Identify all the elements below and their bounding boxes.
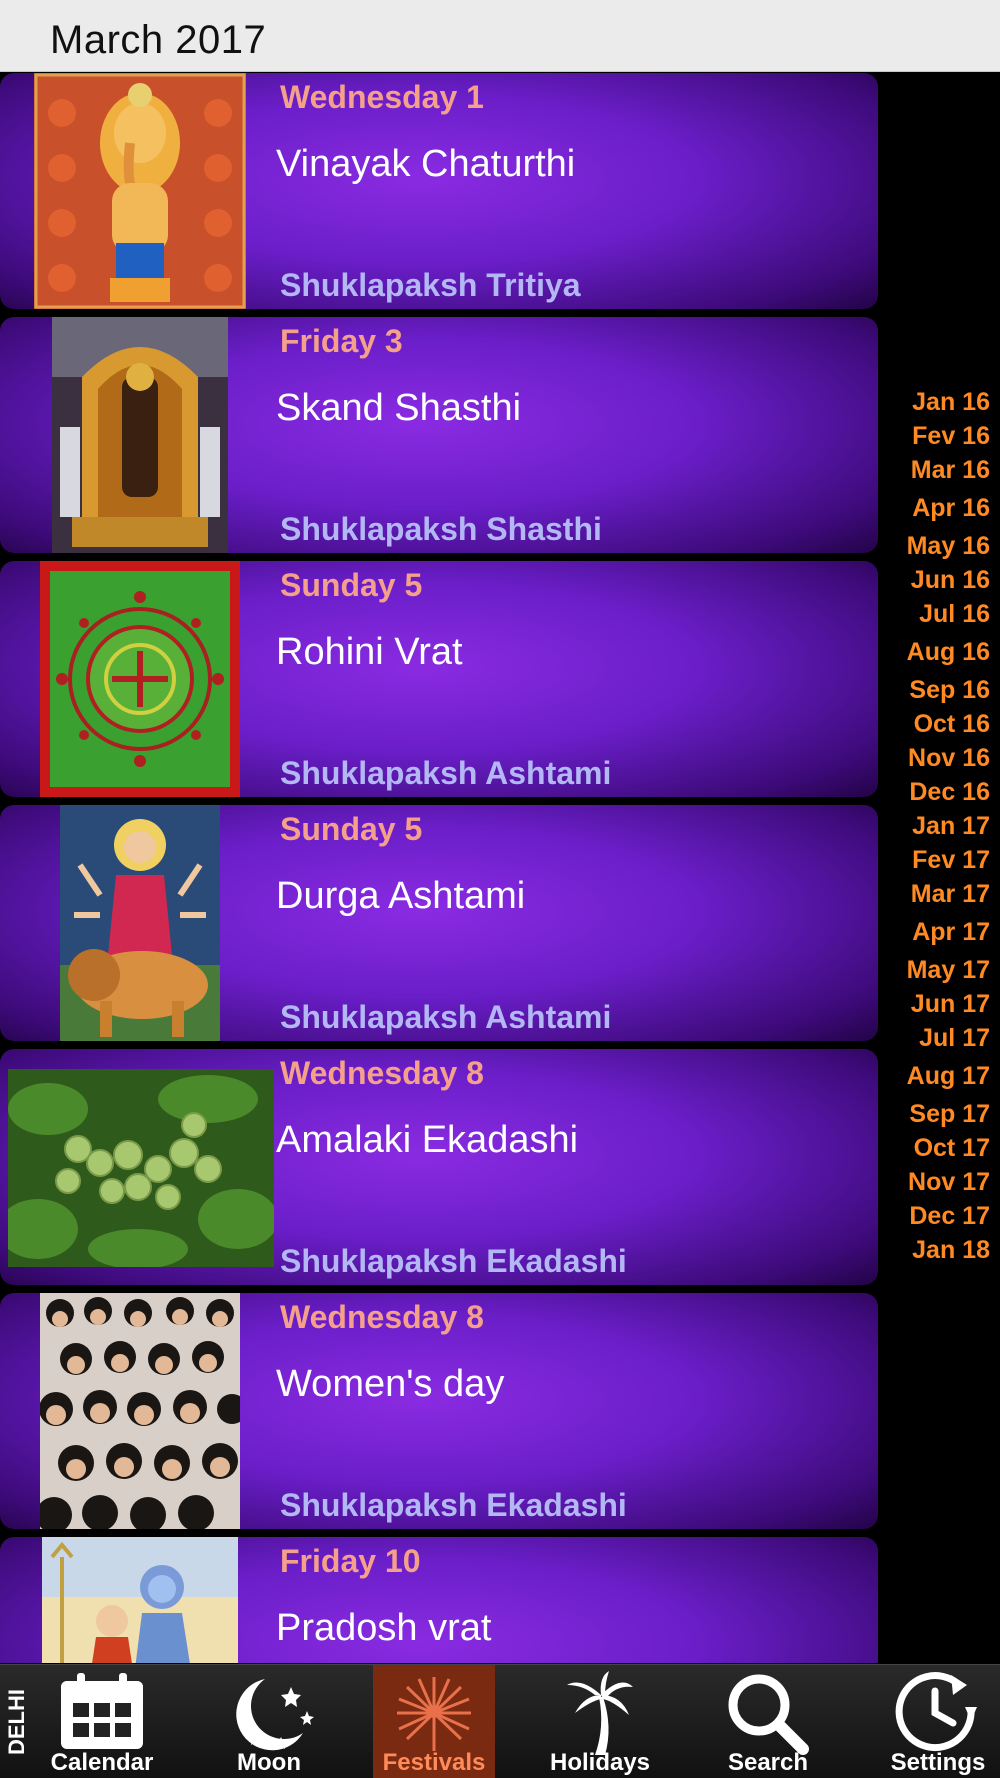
festival-tithi: Shuklapaksh Ekadashi [280,1243,627,1279]
ganesha-image [34,73,246,309]
festival-name: Pradosh vrat [276,1607,492,1649]
amla-image [8,1069,274,1267]
festival-date: Wednesday 8 [280,1055,484,1091]
month-index-item[interactable]: Sep 17 [909,1100,990,1129]
festival-name: Vinayak Chaturthi [276,143,576,185]
month-index-item[interactable]: Oct 16 [914,710,990,739]
festival-tithi: Shuklapaksh Ashtami [280,755,612,791]
durga-image [60,805,220,1041]
murugan-image [52,317,228,553]
tab-festivals[interactable]: Festivals [373,1665,495,1778]
rangoli-image [40,561,240,797]
month-index-item[interactable]: Dec 16 [909,778,990,807]
city-label[interactable]: DELHI [4,1685,30,1759]
festival-date: Sunday 5 [280,811,423,847]
tab-label: Settings [890,1749,986,1776]
festival-date: Sunday 5 [280,567,423,603]
month-index-item[interactable]: Oct 17 [914,1134,990,1163]
tab-calendar[interactable]: Calendar [44,1665,160,1778]
month-index-item[interactable]: Mar 16 [911,456,990,485]
month-index-item[interactable]: Nov 16 [908,744,990,773]
moon-stars-icon [221,1671,317,1760]
festival-card[interactable]: Wednesday 8 Amalaki Ekadashi Shuklapaksh… [0,1049,878,1285]
month-index-item[interactable]: Jan 17 [912,812,990,841]
page-title: March 2017 [50,18,267,62]
month-index-item[interactable]: Nov 17 [908,1168,990,1197]
festival-tithi: Shuklapaksh Shasthi [280,511,602,547]
month-index-item[interactable]: Sep 16 [909,676,990,705]
tab-label: Holidays [549,1749,651,1776]
festival-date: Friday 3 [280,323,403,359]
month-index-item[interactable]: Jul 16 [919,600,990,629]
festival-card[interactable]: Wednesday 1 Vinayak Chaturthi Shuklapaks… [0,73,878,309]
festival-tithi: Shuklapaksh Ashtami [280,999,612,1035]
festival-date: Wednesday 1 [280,79,484,115]
festival-tithi: Shuklapaksh Ekadashi [280,1487,627,1523]
month-index-item[interactable]: Jun 17 [911,990,990,1019]
search-icon [723,1671,813,1760]
month-index-item[interactable]: Aug 17 [907,1062,990,1091]
festival-name: Amalaki Ekadashi [276,1119,579,1161]
month-index-item[interactable]: Jan 18 [912,1236,990,1265]
month-index-item[interactable]: Fev 16 [912,422,990,451]
festival-name: Durga Ashtami [276,875,526,917]
tab-settings[interactable]: Settings [880,1665,996,1778]
festival-card[interactable]: Friday 10 Pradosh vrat [0,1537,878,1663]
month-index-item[interactable]: May 17 [907,956,990,985]
tab-label: Festivals [382,1749,486,1776]
month-index-item[interactable]: Aug 16 [907,638,990,667]
month-index-item[interactable]: Jan 16 [912,388,990,417]
tab-holidays[interactable]: Holidays [544,1665,656,1778]
festival-card[interactable]: Sunday 5 Rohini Vrat Shuklapaksh Ashtami [0,561,878,797]
month-index-item[interactable]: Apr 17 [912,918,990,947]
clock-settings-icon [893,1671,983,1760]
festival-card[interactable]: Friday 3 Skand Shasthi Shuklapaksh Shast… [0,317,878,553]
festival-tithi: Shuklapaksh Tritiya [280,267,581,303]
month-index-item[interactable]: May 16 [907,532,990,561]
crowd-of-women-image [40,1293,240,1529]
month-index-item[interactable]: Jul 17 [919,1024,990,1053]
festival-list[interactable]: Wednesday 1 Vinayak Chaturthi Shuklapaks… [0,73,880,1663]
festival-card[interactable]: Sunday 5 Durga Ashtami Shuklapaksh Ashta… [0,805,878,1041]
festival-name: Women's day [276,1363,505,1405]
tab-search[interactable]: Search [716,1665,820,1778]
tab-label: Calendar [50,1749,154,1776]
navigation-header: March 2017 [0,0,1000,72]
festival-name: Skand Shasthi [276,387,522,429]
festival-card[interactable]: Wednesday 8 Women's day Shuklapaksh Ekad… [0,1293,878,1529]
month-index-item[interactable]: Jun 16 [911,566,990,595]
month-index-item[interactable]: Fev 17 [912,846,990,875]
calendar-icon [57,1671,147,1756]
festival-date: Wednesday 8 [280,1299,484,1335]
tab-label: Moon [237,1749,301,1776]
month-index-item[interactable]: Dec 17 [909,1202,990,1231]
palm-tree-icon [565,1671,635,1760]
tab-bar: DELHI Calendar Moon Festivals Holidays S… [0,1664,1000,1778]
tab-label: Search [727,1749,809,1776]
festival-date: Friday 10 [280,1543,421,1579]
month-index-item[interactable]: Mar 17 [911,880,990,909]
tab-moon[interactable]: Moon [214,1665,324,1778]
month-index-item[interactable]: Apr 16 [912,494,990,523]
festival-name: Rohini Vrat [276,631,463,673]
shiva-parvati-image [42,1537,238,1663]
fireworks-icon [389,1671,479,1760]
